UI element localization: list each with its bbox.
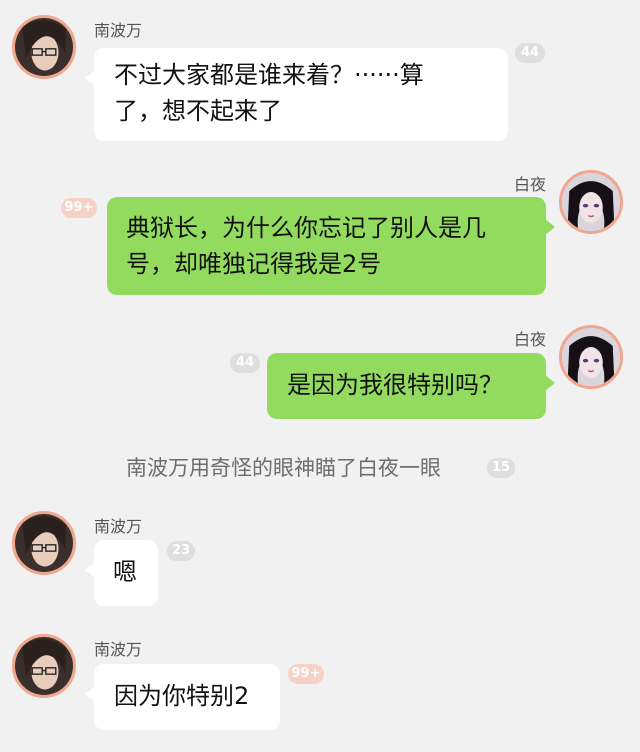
reply-count-badge[interactable]: 44: [515, 43, 545, 63]
message-line: 不过大家都是谁来着？······算: [114, 61, 424, 89]
avatar-baiye-icon: [562, 173, 620, 231]
avatar-nanbowan-icon: [15, 514, 73, 572]
avatar-nanbowan[interactable]: [12, 511, 76, 575]
reply-count-badge[interactable]: 99+: [288, 664, 324, 684]
sender-name: 南波万: [94, 640, 143, 659]
message-bubble[interactable]: 嗯: [85, 540, 158, 606]
avatar-nanbowan[interactable]: [12, 15, 76, 79]
sender-name: 白夜: [514, 330, 547, 349]
reply-count-badge[interactable]: 15: [487, 458, 515, 478]
sender-name: 南波万: [94, 517, 143, 536]
message-bubble[interactable]: 不过大家都是谁来着？······算 了，想不起来了: [85, 48, 508, 141]
reply-count-badge[interactable]: 44: [230, 353, 260, 373]
reply-count-badge[interactable]: 99+: [61, 198, 97, 218]
avatar-baiye-icon: [562, 328, 620, 386]
message-bubble[interactable]: 典狱长，为什么你忘记了别人是几 号，却唯独记得我是2号: [107, 197, 555, 295]
message-line: 是因为我很特别吗？: [287, 371, 503, 399]
message-bubble[interactable]: 是因为我很特别吗？: [267, 353, 555, 419]
system-message: 南波万用奇怪的眼神瞄了白夜一眼: [126, 456, 441, 480]
avatar-nanbowan[interactable]: [12, 634, 76, 698]
message-line: 因为你特别2: [114, 682, 250, 710]
message-line: 典狱长，为什么你忘记了别人是几: [126, 214, 486, 242]
message-line: 了，想不起来了: [114, 97, 282, 125]
avatar-baiye[interactable]: [559, 170, 623, 234]
sender-name: 南波万: [94, 21, 143, 40]
avatar-nanbowan-icon: [15, 637, 73, 695]
reply-count-badge[interactable]: 23: [167, 541, 195, 561]
avatar-nanbowan-icon: [15, 18, 73, 76]
sender-name: 白夜: [514, 175, 547, 194]
message-line: 嗯: [113, 558, 137, 586]
message-line: 号，却唯独记得我是2号: [126, 250, 382, 278]
message-bubble[interactable]: 因为你特别2: [85, 664, 280, 730]
avatar-baiye[interactable]: [559, 325, 623, 389]
